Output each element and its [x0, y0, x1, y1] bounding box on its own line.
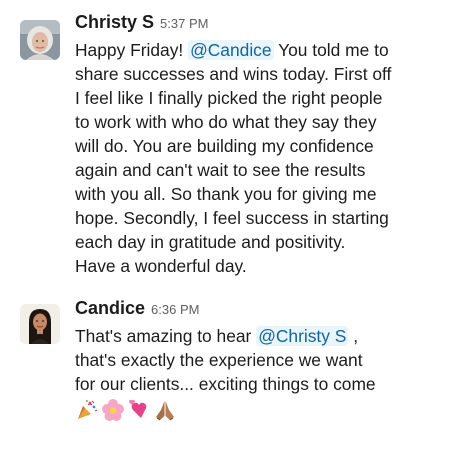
- message-line: each day in gratitude and positivity.: [75, 232, 346, 252]
- avatar-candice[interactable]: [20, 304, 60, 344]
- message-line: with you all. So thank you for giving me: [75, 184, 377, 204]
- message-line: hope. Secondly, I feel success in starti…: [75, 208, 389, 228]
- message-body: That's amazing to hear @Christy S , that…: [75, 324, 445, 396]
- message-line: share successes and wins today. First of…: [75, 64, 392, 84]
- message-line: that's exactly the experience we want: [75, 350, 363, 370]
- party-popper-emoji: [75, 398, 99, 422]
- text-segment: That's amazing to hear: [75, 326, 257, 346]
- text-segment: ,: [348, 326, 359, 346]
- mention-candice[interactable]: @Candice: [188, 40, 274, 60]
- message-body: Happy Friday! @Candice You told me to sh…: [75, 38, 445, 278]
- author-name[interactable]: Christy S: [75, 12, 154, 33]
- avatar-christy[interactable]: [20, 20, 60, 60]
- message-content: Christy S 5:37 PM Happy Friday! @Candice…: [75, 12, 445, 278]
- message-line: I feel like I finally picked the right p…: [75, 88, 383, 108]
- message-line: for our clients... exciting things to co…: [75, 374, 376, 394]
- message-line: Happy Friday! @Candice You told me to: [75, 38, 445, 62]
- message-line: Have a wonderful day.: [75, 256, 247, 276]
- two-hearts-emoji: [127, 398, 151, 422]
- emoji-row: [75, 398, 445, 422]
- message-content: Candice 6:36 PM That's amazing to hear @…: [75, 298, 445, 422]
- message-header: Candice 6:36 PM: [75, 298, 445, 324]
- message-line: again and can't wait to see the results: [75, 160, 366, 180]
- message-feed: Christy S 5:37 PM Happy Friday! @Candice…: [0, 0, 454, 450]
- mention-christy[interactable]: @Christy S: [256, 326, 349, 346]
- folded-hands-emoji: [153, 398, 177, 422]
- message-line: That's amazing to hear @Christy S ,: [75, 324, 445, 348]
- author-name[interactable]: Candice: [75, 298, 145, 319]
- message-line: will do. You are building my confidence: [75, 136, 374, 156]
- message-line: to work with who do what they say they: [75, 112, 377, 132]
- timestamp[interactable]: 6:36 PM: [151, 302, 199, 317]
- message-header: Christy S 5:37 PM: [75, 12, 445, 38]
- text-segment: You told me to: [273, 40, 389, 60]
- text-segment: Happy Friday!: [75, 40, 189, 60]
- timestamp[interactable]: 5:37 PM: [160, 16, 208, 31]
- pink-flower-emoji: [101, 398, 125, 422]
